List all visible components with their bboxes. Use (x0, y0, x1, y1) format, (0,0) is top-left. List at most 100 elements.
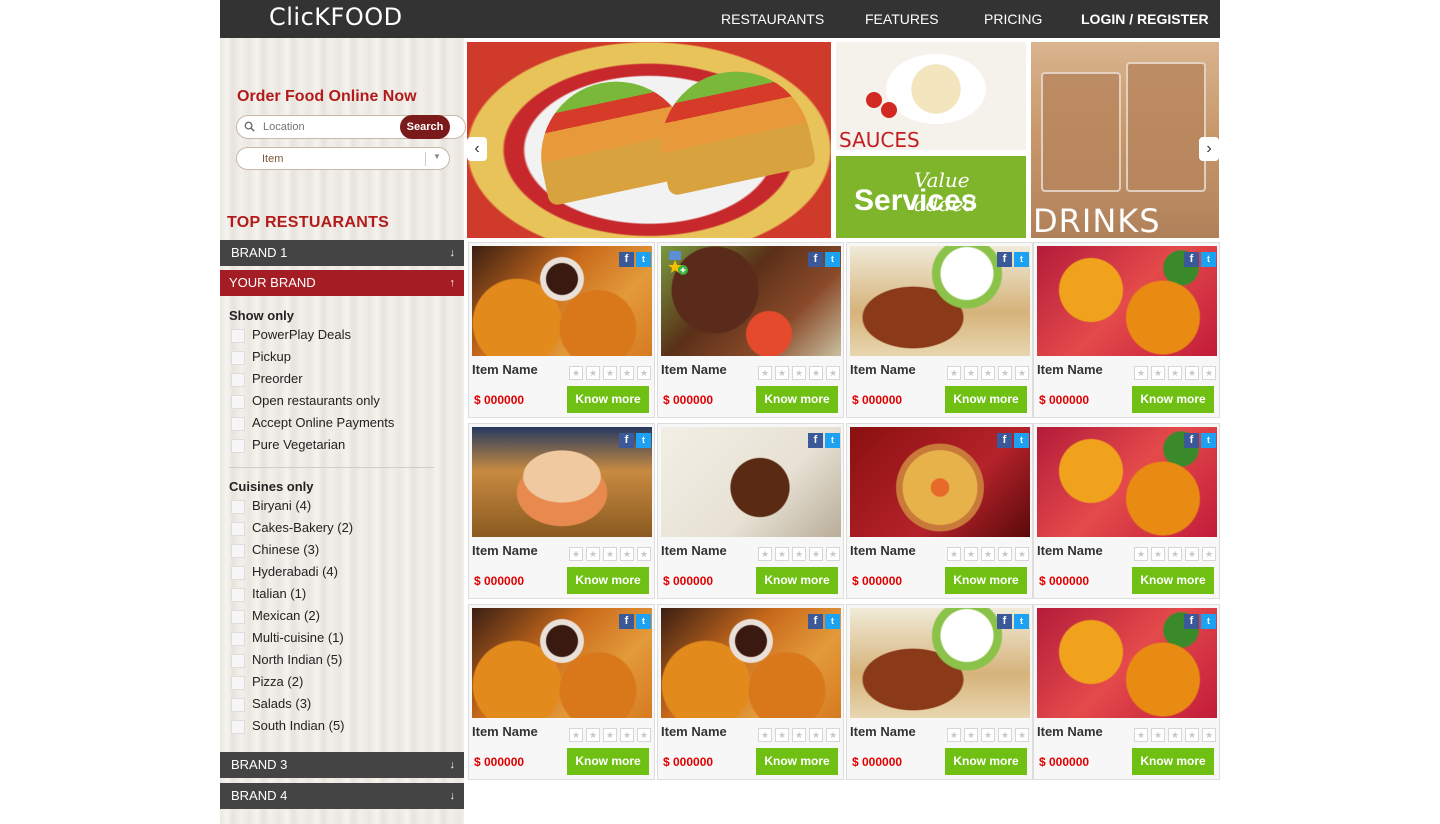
star-icon[interactable]: ★ (603, 366, 617, 380)
filter-option[interactable]: Biryani (4) (229, 497, 459, 519)
star-icon[interactable]: ★ (1168, 728, 1182, 742)
item-select[interactable]: Item ▼ (236, 147, 450, 170)
checkbox[interactable] (231, 632, 245, 646)
checkbox[interactable] (231, 522, 245, 536)
checkbox[interactable] (231, 439, 245, 453)
star-icon[interactable]: ★ (947, 366, 961, 380)
star-icon[interactable]: ★ (981, 366, 995, 380)
checkbox[interactable] (231, 676, 245, 690)
star-icon[interactable]: ★ (1134, 547, 1148, 561)
know-more-button[interactable]: Know more (1132, 386, 1214, 413)
star-icon[interactable]: ★ (1134, 366, 1148, 380)
rating-stars[interactable]: ★ ★ ★ ★ ★ (1131, 725, 1216, 743)
filter-option[interactable]: Accept Online Payments (229, 414, 459, 436)
star-icon[interactable]: ★ (826, 728, 840, 742)
filter-option[interactable]: Hyderabadi (4) (229, 563, 459, 585)
star-icon[interactable]: ★ (809, 728, 823, 742)
facebook-icon[interactable]: f (808, 614, 823, 629)
star-icon[interactable]: ★ (620, 366, 634, 380)
star-icon[interactable]: ★ (569, 728, 583, 742)
filter-option[interactable]: Pickup (229, 348, 459, 370)
filter-option[interactable]: Cakes-Bakery (2) (229, 519, 459, 541)
star-icon[interactable]: ★ (603, 547, 617, 561)
checkbox[interactable] (231, 395, 245, 409)
checkbox[interactable] (231, 654, 245, 668)
star-icon[interactable]: ★ (792, 547, 806, 561)
star-icon[interactable]: ★ (826, 547, 840, 561)
star-icon[interactable]: ★ (947, 728, 961, 742)
filter-option[interactable]: Pizza (2) (229, 673, 459, 695)
filter-option[interactable]: North Indian (5) (229, 651, 459, 673)
twitter-icon[interactable]: t (636, 614, 651, 629)
twitter-icon[interactable]: t (636, 433, 651, 448)
rating-stars[interactable]: ★ ★ ★ ★ ★ (566, 363, 651, 381)
checkbox[interactable] (231, 566, 245, 580)
star-icon[interactable]: ★ (809, 547, 823, 561)
value-added-services-banner[interactable]: Value added Services (836, 156, 1026, 238)
twitter-icon[interactable]: t (1201, 433, 1216, 448)
star-icon[interactable]: ★ (1151, 547, 1165, 561)
star-icon[interactable]: ★ (826, 366, 840, 380)
brand-4-toggle[interactable]: BRAND 4 ↓ (220, 783, 464, 809)
filter-option[interactable]: Pure Vegetarian (229, 436, 459, 458)
star-icon[interactable]: ★ (792, 366, 806, 380)
nav-features[interactable]: FEATURES (865, 11, 939, 27)
star-icon[interactable]: ★ (1151, 728, 1165, 742)
add-favorite-icon[interactable] (667, 250, 689, 276)
star-icon[interactable]: ★ (758, 728, 772, 742)
know-more-button[interactable]: Know more (756, 567, 838, 594)
facebook-icon[interactable]: f (1184, 614, 1199, 629)
star-icon[interactable]: ★ (637, 547, 651, 561)
star-icon[interactable]: ★ (569, 547, 583, 561)
nav-restaurants[interactable]: RESTAURANTS (721, 11, 824, 27)
checkbox[interactable] (231, 720, 245, 734)
star-icon[interactable]: ★ (1134, 728, 1148, 742)
star-icon[interactable]: ★ (964, 728, 978, 742)
star-icon[interactable]: ★ (775, 728, 789, 742)
twitter-icon[interactable]: t (825, 433, 840, 448)
star-icon[interactable]: ★ (775, 547, 789, 561)
rating-stars[interactable]: ★ ★ ★ ★ ★ (566, 725, 651, 743)
checkbox[interactable] (231, 610, 245, 624)
filter-option[interactable]: Italian (1) (229, 585, 459, 607)
nav-login-register[interactable]: LOGIN / REGISTER (1081, 11, 1209, 27)
rating-stars[interactable]: ★ ★ ★ ★ ★ (944, 363, 1029, 381)
site-logo[interactable]: ClicKFOOD (269, 3, 403, 31)
star-icon[interactable]: ★ (809, 366, 823, 380)
rating-stars[interactable]: ★ ★ ★ ★ ★ (566, 544, 651, 562)
facebook-icon[interactable]: f (997, 433, 1012, 448)
your-brand-toggle[interactable]: YOUR BRAND ↑ (220, 270, 464, 296)
twitter-icon[interactable]: t (825, 614, 840, 629)
rating-stars[interactable]: ★ ★ ★ ★ ★ (944, 544, 1029, 562)
checkbox[interactable] (231, 417, 245, 431)
star-icon[interactable]: ★ (1015, 547, 1029, 561)
filter-option[interactable]: Open restaurants only (229, 392, 459, 414)
rating-stars[interactable]: ★ ★ ★ ★ ★ (944, 725, 1029, 743)
twitter-icon[interactable]: t (825, 252, 840, 267)
rating-stars[interactable]: ★ ★ ★ ★ ★ (755, 725, 840, 743)
star-icon[interactable]: ★ (998, 366, 1012, 380)
star-icon[interactable]: ★ (1168, 366, 1182, 380)
facebook-icon[interactable]: f (997, 252, 1012, 267)
star-icon[interactable]: ★ (998, 547, 1012, 561)
star-icon[interactable]: ★ (981, 728, 995, 742)
star-icon[interactable]: ★ (586, 547, 600, 561)
star-icon[interactable]: ★ (603, 728, 617, 742)
brand-3-toggle[interactable]: BRAND 3 ↓ (220, 752, 464, 778)
rating-stars[interactable]: ★ ★ ★ ★ ★ (1131, 363, 1216, 381)
know-more-button[interactable]: Know more (756, 386, 838, 413)
star-icon[interactable]: ★ (1202, 547, 1216, 561)
know-more-button[interactable]: Know more (945, 748, 1027, 775)
star-icon[interactable]: ★ (1168, 547, 1182, 561)
star-icon[interactable]: ★ (1202, 728, 1216, 742)
facebook-icon[interactable]: f (808, 252, 823, 267)
facebook-icon[interactable]: f (1184, 433, 1199, 448)
star-icon[interactable]: ★ (981, 547, 995, 561)
star-icon[interactable]: ★ (947, 547, 961, 561)
star-icon[interactable]: ★ (586, 366, 600, 380)
star-icon[interactable]: ★ (1151, 366, 1165, 380)
checkbox[interactable] (231, 588, 245, 602)
star-icon[interactable]: ★ (620, 547, 634, 561)
checkbox[interactable] (231, 698, 245, 712)
star-icon[interactable]: ★ (1202, 366, 1216, 380)
